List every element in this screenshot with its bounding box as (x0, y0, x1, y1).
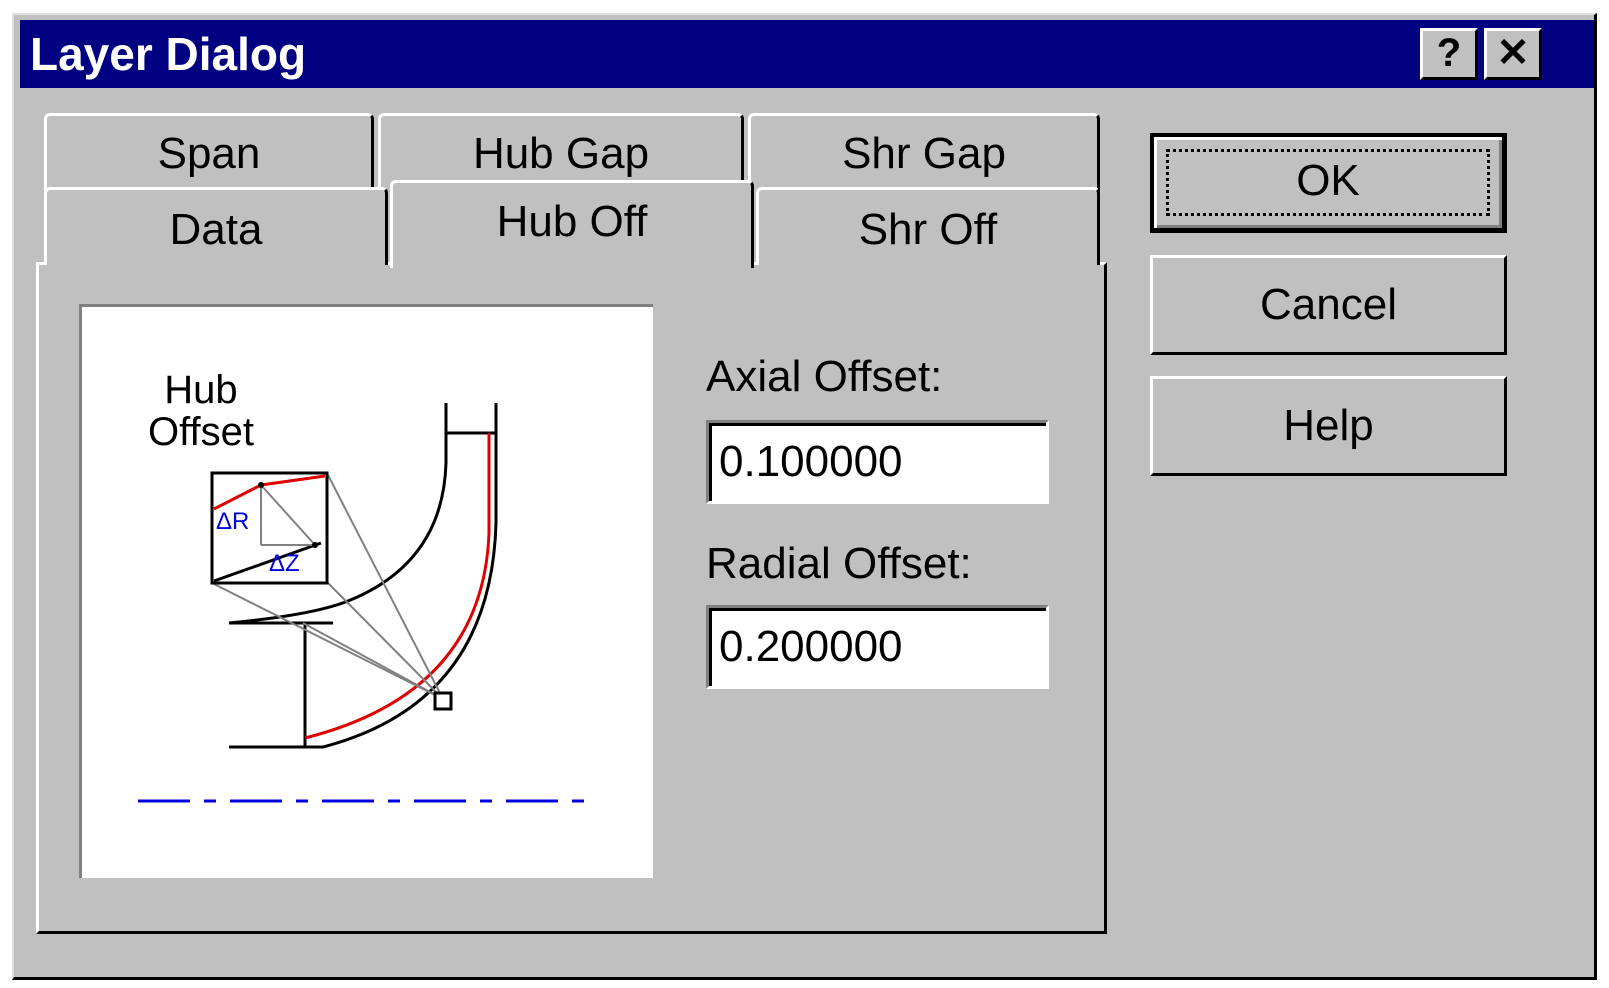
radial-offset-label: Radial Offset: (706, 539, 972, 588)
guide-line-4 (302, 622, 444, 700)
guide-line-1 (327, 474, 444, 700)
cancel-button[interactable]: Cancel (1150, 255, 1507, 355)
ok-button[interactable]: OK (1150, 133, 1507, 233)
hub-offset-drawing: ΔR ΔZ Hub Offset (138, 368, 598, 803)
hub-offset-diagram: ΔR ΔZ Hub Offset (79, 304, 653, 878)
focus-rectangle (1166, 149, 1490, 216)
tab-shr-gap[interactable]: Shr Gap (748, 113, 1100, 193)
guide-line-2 (327, 582, 444, 700)
axial-offset-label: Axial Offset: (706, 352, 943, 401)
delta-z-label: ΔZ (269, 550, 300, 577)
axial-offset-input[interactable] (706, 420, 1049, 504)
window-title: Layer Dialog (30, 28, 307, 80)
help-button[interactable]: Help (1150, 376, 1507, 476)
offset-point-marker (433, 691, 453, 711)
diagram-title-line1: Hub (164, 368, 237, 412)
zoom-point-top (258, 482, 264, 488)
tab-shr-off[interactable]: Shr Off (756, 187, 1100, 265)
close-icon: ✕ (1496, 31, 1530, 75)
tab-span[interactable]: Span (44, 113, 374, 193)
diagram-title-line2: Offset (148, 410, 254, 454)
guide-line-3 (211, 582, 444, 700)
tab-data[interactable]: Data (44, 187, 388, 265)
help-title-button[interactable]: ? (1420, 28, 1478, 80)
delta-r-label: ΔR (216, 508, 249, 535)
tab-hub-off[interactable]: Hub Off (390, 180, 754, 268)
offset-curve (304, 433, 491, 740)
radial-offset-input[interactable] (706, 605, 1049, 689)
question-mark-icon: ? (1436, 31, 1462, 75)
close-title-button[interactable]: ✕ (1484, 28, 1542, 80)
zoom-point-bottom (312, 542, 318, 548)
